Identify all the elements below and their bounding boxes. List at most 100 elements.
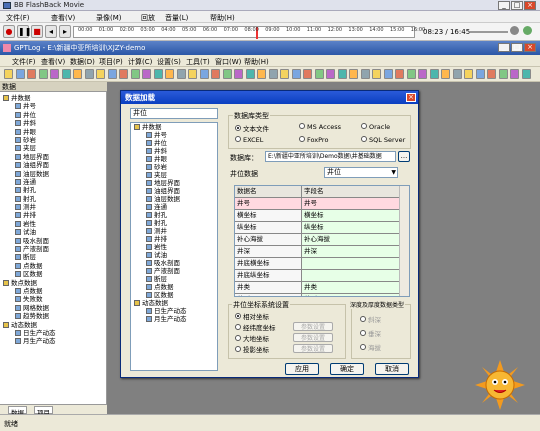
dialog-search-input[interactable]: 井位	[130, 108, 218, 119]
table-row[interactable]: 井底纵坐标	[235, 270, 399, 282]
tree-node[interactable]: 测井	[0, 203, 107, 211]
toolbar-button-icon[interactable]	[360, 69, 370, 79]
toolbar-button-icon[interactable]	[441, 69, 450, 79]
radio-foxpro[interactable]: FoxPro	[299, 136, 328, 144]
close-button[interactable]: ×	[524, 1, 536, 10]
tree-node[interactable]: 点数据	[131, 283, 217, 291]
table-cell-field[interactable]: 井深	[302, 246, 399, 257]
tree-node[interactable]: 油层数据	[131, 195, 217, 203]
tree-node[interactable]: 吸水剖面	[131, 259, 217, 267]
player-menu-item[interactable]: 音量(L)	[165, 13, 188, 23]
apply-button[interactable]: 应用	[285, 363, 319, 375]
maximize-button[interactable]: □	[511, 1, 523, 10]
app-menu-item[interactable]: 窗口(W)	[215, 57, 241, 67]
toolbar-button-icon[interactable]	[349, 69, 358, 79]
timeline[interactable]: 00:00 01:00 02:00 03:00 04:00 05:00 06:00 07:00…	[73, 26, 425, 39]
toolbar-button-icon[interactable]	[153, 69, 163, 79]
app-menu-item[interactable]: 帮助(H)	[244, 57, 269, 67]
stop-icon[interactable]: ■	[31, 25, 43, 38]
toolbar-button-icon[interactable]	[395, 69, 404, 79]
toolbar-button-icon[interactable]	[280, 69, 289, 79]
toolbar-button-icon[interactable]	[38, 69, 48, 79]
table-cell-field[interactable]: 纵坐标	[302, 222, 399, 233]
tree-node[interactable]: 夹层	[131, 171, 217, 179]
app-maximize-button[interactable]: □	[511, 43, 523, 52]
toolbar-button-icon[interactable]	[222, 69, 232, 79]
tree-node[interactable]: 油组界面	[131, 187, 217, 195]
toolbar-button-icon[interactable]	[475, 69, 485, 79]
tree-node[interactable]: 试油	[131, 251, 217, 259]
tree-node[interactable]: 月生产动态	[131, 315, 217, 323]
toolbar-button-icon[interactable]	[199, 69, 209, 79]
radio-vertical-depth[interactable]: 垂深	[360, 328, 381, 338]
record-icon[interactable]: ●	[3, 25, 15, 38]
tree-node[interactable]: 点数据	[0, 262, 107, 270]
table-cell-field[interactable]: 井类	[302, 282, 399, 293]
toolbar-button-icon[interactable]	[268, 69, 278, 79]
toolbar-button-icon[interactable]	[464, 69, 473, 79]
app-menu-item[interactable]: 设置(S)	[157, 57, 181, 67]
toolbar-button-icon[interactable]	[84, 69, 94, 79]
well-data-select[interactable]: 井位 ▼	[324, 167, 398, 178]
tree-node[interactable]: 油组界面	[0, 161, 107, 169]
tree-node[interactable]: 砂岩	[131, 163, 217, 171]
player-menu-item[interactable]: 回放	[141, 13, 155, 23]
app-menu-item[interactable]: 数据(D)	[70, 57, 95, 67]
app-menu-item[interactable]: 查看(V)	[41, 57, 65, 67]
toolbar-button-icon[interactable]	[257, 69, 266, 79]
tree-node[interactable]: 吸水剖面	[0, 237, 107, 245]
tree-node[interactable]: 井排	[0, 211, 107, 219]
toolbar-button-icon[interactable]	[50, 69, 59, 79]
table-row[interactable]: 井号 井号	[235, 198, 399, 210]
table-cell-field[interactable]	[302, 258, 399, 269]
tree-node[interactable]: 岩性	[0, 220, 107, 228]
toolbar-button-icon[interactable]	[96, 69, 105, 79]
tree-node[interactable]: 井眼	[0, 128, 107, 136]
browse-button[interactable]: ...	[398, 151, 410, 162]
app-menu-item[interactable]: 工具(T)	[186, 57, 210, 67]
toolbar-button-icon[interactable]	[291, 69, 301, 79]
tree-node[interactable]: 断层	[131, 275, 217, 283]
app-menu-item[interactable]: 项目(P)	[99, 57, 123, 67]
toolbar-button-icon[interactable]	[234, 69, 243, 79]
player-menu-item[interactable]: 帮助(H)	[210, 13, 235, 23]
radio-sql-server[interactable]: SQL Server	[361, 136, 405, 144]
tree-node[interactable]: 动态数据	[131, 299, 217, 307]
toolbar-button-icon[interactable]	[142, 69, 151, 79]
table-row[interactable]: 井深 井深	[235, 246, 399, 258]
tree-node[interactable]: 地层界面	[131, 179, 217, 187]
tree-node[interactable]: 射孔	[0, 195, 107, 203]
dialog-close-button[interactable]: ×	[406, 93, 416, 102]
player-menu-item[interactable]: 查看(V)	[51, 13, 75, 23]
table-row[interactable]: 井类 井类	[235, 282, 399, 294]
toolbar-button-icon[interactable]	[15, 69, 25, 79]
tree-node[interactable]: 井斜	[0, 119, 107, 127]
table-cell-field[interactable]	[302, 270, 399, 281]
player-menu-item[interactable]: 录像(M)	[96, 13, 122, 23]
tree-node[interactable]: 井位	[131, 139, 217, 147]
tab-data[interactable]: 数据	[8, 406, 27, 417]
tree-node[interactable]: 岩性	[131, 243, 217, 251]
toolbar-button-icon[interactable]	[176, 69, 186, 79]
toolbar-button-icon[interactable]	[487, 69, 496, 79]
toolbar-button-icon[interactable]	[314, 69, 324, 79]
radio-oracle[interactable]: Oracle	[361, 123, 390, 131]
tree-node[interactable]: 月生产动态	[0, 337, 107, 345]
toolbar-button-icon[interactable]	[245, 69, 255, 79]
tree-node[interactable]: 动态数据	[0, 321, 107, 329]
radio-geodetic-coord[interactable]: 大地坐标	[235, 333, 269, 343]
tree-node[interactable]: 数点数据	[0, 279, 107, 287]
toolbar-button-icon[interactable]	[383, 69, 393, 79]
toolbar-button-icon[interactable]	[211, 69, 220, 79]
radio-slant-depth[interactable]: 斜深	[360, 314, 381, 324]
table-cell-field[interactable]: 井号	[302, 198, 399, 209]
cancel-button[interactable]: 取消	[375, 363, 409, 375]
toolbar-button-icon[interactable]	[73, 69, 82, 79]
tree-node[interactable]: 点数据	[0, 287, 107, 295]
minimize-button[interactable]: _	[498, 1, 510, 10]
tree-node[interactable]: 井号	[0, 102, 107, 110]
toolbar-button-icon[interactable]	[337, 69, 347, 79]
table-cell-field[interactable]: 井型	[302, 294, 399, 296]
tree-node[interactable]: 地层界面	[0, 153, 107, 161]
tree-node[interactable]: 网格数据	[0, 304, 107, 312]
